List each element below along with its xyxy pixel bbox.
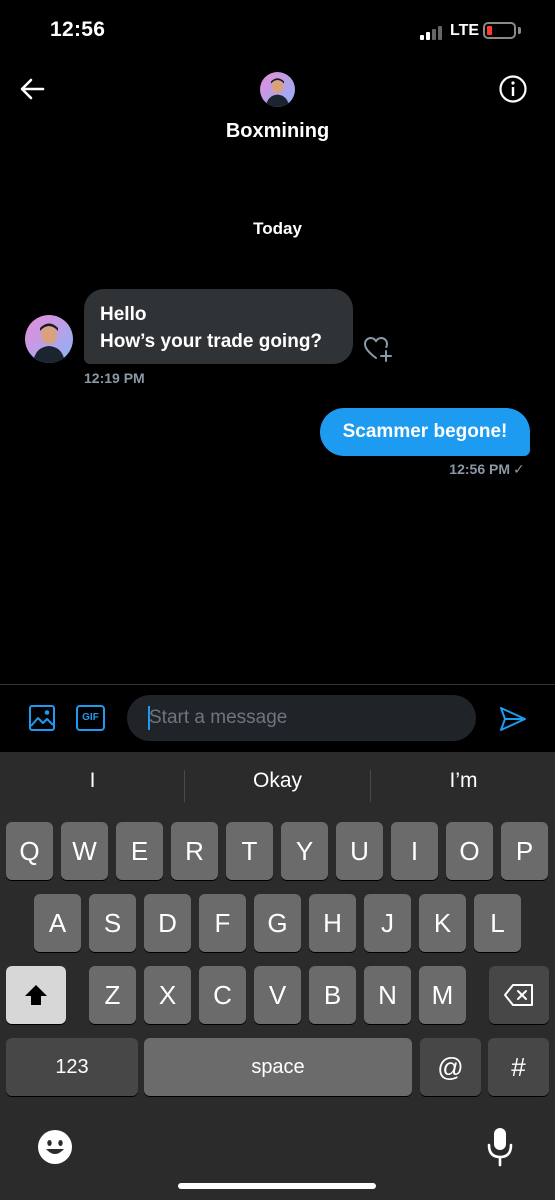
key-h[interactable]: H — [309, 894, 356, 952]
outgoing-message-time: 12:56 PM — [449, 461, 510, 477]
key-f[interactable]: F — [199, 894, 246, 952]
key-j[interactable]: J — [364, 894, 411, 952]
incoming-message-line: Hello — [100, 304, 147, 325]
outgoing-message-bubble[interactable]: Scammer begone! — [320, 408, 530, 456]
at-key[interactable]: @ — [420, 1038, 481, 1096]
key-p[interactable]: P — [501, 822, 548, 880]
microphone-icon[interactable] — [485, 1126, 515, 1168]
send-icon[interactable] — [498, 704, 528, 734]
day-separator: Today — [253, 219, 302, 238]
gif-icon[interactable]: GIF — [76, 705, 105, 731]
key-k[interactable]: K — [419, 894, 466, 952]
key-a[interactable]: A — [34, 894, 81, 952]
add-reaction-heart-icon[interactable] — [362, 333, 394, 365]
cellular-signal-icon — [420, 24, 446, 40]
hash-key[interactable]: # — [488, 1038, 549, 1096]
key-y[interactable]: Y — [281, 822, 328, 880]
key-x[interactable]: X — [144, 966, 191, 1024]
key-s[interactable]: S — [89, 894, 136, 952]
suggestion-2[interactable]: Okay — [185, 769, 370, 793]
key-q[interactable]: Q — [6, 822, 53, 880]
contact-avatar[interactable] — [260, 72, 295, 107]
status-bar: 12:56 LTE — [0, 0, 555, 62]
status-time: 12:56 — [50, 18, 106, 41]
text-caret — [148, 706, 150, 730]
space-key[interactable]: space — [144, 1038, 412, 1096]
key-v[interactable]: V — [254, 966, 301, 1024]
sent-check-icon: ✓ — [513, 461, 525, 477]
key-b[interactable]: B — [309, 966, 356, 1024]
battery-icon — [483, 22, 516, 39]
incoming-message-bubble[interactable]: Hello How’s your trade going? — [84, 289, 353, 364]
shift-key[interactable] — [6, 966, 66, 1024]
battery-cap — [518, 27, 521, 34]
key-r[interactable]: R — [171, 822, 218, 880]
key-o[interactable]: O — [446, 822, 493, 880]
key-c[interactable]: C — [199, 966, 246, 1024]
key-i[interactable]: I — [391, 822, 438, 880]
network-type: LTE — [450, 22, 480, 39]
key-n[interactable]: N — [364, 966, 411, 1024]
home-indicator[interactable] — [178, 1183, 376, 1189]
key-d[interactable]: D — [144, 894, 191, 952]
message-input[interactable] — [127, 695, 476, 741]
emoji-icon[interactable] — [37, 1129, 73, 1165]
key-w[interactable]: W — [61, 822, 108, 880]
incoming-message-time: 12:19 PM — [84, 370, 145, 386]
delete-key[interactable] — [489, 966, 549, 1024]
image-icon[interactable] — [28, 704, 56, 732]
key-e[interactable]: E — [116, 822, 163, 880]
suggestion-1[interactable]: I — [0, 769, 185, 793]
shift-arrow-icon — [25, 985, 47, 1005]
info-icon[interactable] — [498, 74, 528, 104]
keyboard: I Okay I’m Q W E R T Y U I O P A S D F G… — [0, 752, 555, 1200]
contact-name[interactable]: Boxmining — [0, 120, 555, 143]
incoming-message-line: How’s your trade going? — [100, 331, 323, 352]
key-u[interactable]: U — [336, 822, 383, 880]
key-m[interactable]: M — [419, 966, 466, 1024]
key-g[interactable]: G — [254, 894, 301, 952]
suggestion-3[interactable]: I’m — [371, 769, 555, 793]
backspace-icon — [504, 984, 533, 1006]
key-t[interactable]: T — [226, 822, 273, 880]
key-z[interactable]: Z — [89, 966, 136, 1024]
sender-avatar[interactable] — [25, 315, 73, 363]
back-arrow-icon[interactable] — [16, 72, 50, 106]
key-l[interactable]: L — [474, 894, 521, 952]
numbers-key[interactable]: 123 — [6, 1038, 138, 1096]
